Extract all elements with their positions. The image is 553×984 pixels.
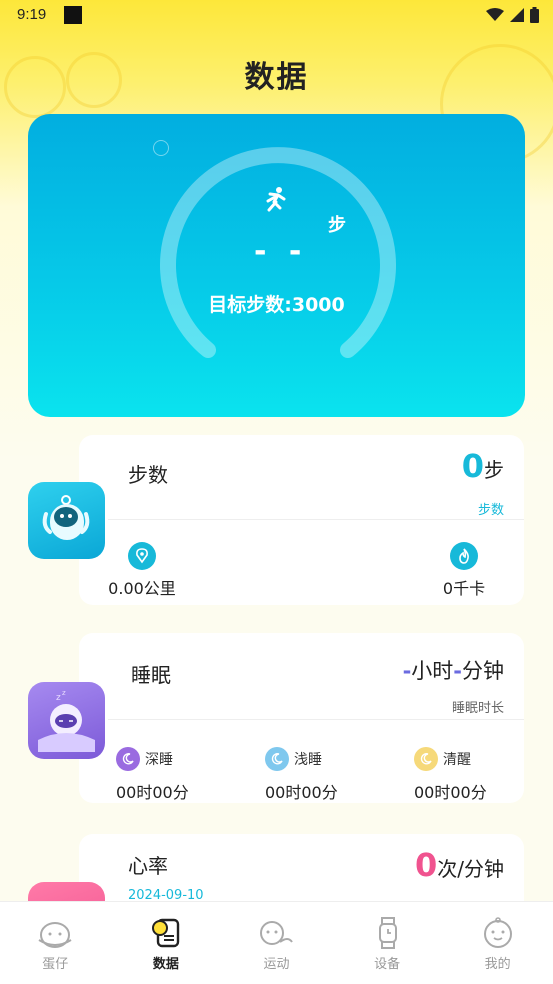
light-sleep-value: 00时00分 bbox=[265, 783, 338, 802]
signal-icon bbox=[510, 8, 524, 22]
steps-title: 步数 bbox=[128, 463, 168, 487]
nav-profile[interactable]: 我的 bbox=[442, 902, 553, 984]
heart-rate-unit: 次/分钟 bbox=[437, 857, 504, 881]
sleep-sub-label: 睡眠时长 bbox=[451, 701, 504, 716]
status-bar: 9:19 bbox=[0, 0, 553, 32]
sleep-hours-unit: 小时 bbox=[411, 659, 454, 683]
exercise-icon bbox=[260, 921, 294, 945]
nav-device-label: 设备 bbox=[374, 957, 401, 972]
steps-unit: 步 bbox=[484, 458, 504, 482]
moon-icon bbox=[116, 747, 140, 771]
light-sleep-label: 浅睡 bbox=[294, 752, 322, 768]
awake-stat: 清醒 00时00分 bbox=[414, 747, 487, 803]
light-sleep-stat: 浅睡 00时00分 bbox=[265, 747, 338, 803]
moon-icon bbox=[414, 747, 438, 771]
step-progress-card[interactable]: 步 - - 目标步数:3000 bbox=[28, 114, 525, 417]
calories-value: 0千卡 bbox=[442, 579, 486, 598]
steps-value: 0 步 bbox=[462, 447, 504, 485]
heart-rate-number: 0 bbox=[414, 846, 438, 884]
sleep-hours-value: - bbox=[402, 659, 412, 683]
profile-face-icon bbox=[483, 917, 512, 948]
distance-stat: 0.00公里 bbox=[99, 542, 185, 599]
nav-egg[interactable]: 蛋仔 bbox=[0, 902, 111, 984]
page-title: 数据 bbox=[244, 60, 309, 95]
notification-icon bbox=[64, 6, 82, 24]
wifi-icon bbox=[486, 8, 504, 21]
sleep-card[interactable]: 睡眠 - 小时 - 分钟 睡眠时长 深睡 00时00分 浅睡 00时00分 清醒… bbox=[79, 633, 524, 803]
step-goal: 目标步数:3000 bbox=[208, 294, 345, 316]
steps-card[interactable]: 步数 0 步 步数 0.00公里 0千卡 bbox=[79, 435, 524, 605]
watch-icon bbox=[379, 917, 398, 949]
divider bbox=[108, 519, 524, 520]
steps-sub-label: 步数 bbox=[477, 503, 504, 518]
bottom-nav: 蛋仔 数据 运动 设备 我的 bbox=[0, 901, 553, 984]
steps-robot-icon bbox=[28, 482, 105, 559]
heart-rate-title: 心率 bbox=[128, 854, 168, 878]
status-time: 9:19 bbox=[17, 6, 47, 23]
awake-label: 清醒 bbox=[443, 752, 471, 768]
nav-device[interactable]: 设备 bbox=[332, 902, 443, 984]
nav-data-label: 数据 bbox=[152, 957, 179, 972]
calories-stat: 0千卡 bbox=[424, 542, 504, 599]
flame-icon bbox=[450, 542, 478, 570]
divider bbox=[108, 719, 524, 720]
data-sheet-icon bbox=[151, 918, 180, 948]
nav-exercise-label: 运动 bbox=[263, 957, 290, 972]
deep-sleep-label: 深睡 bbox=[145, 752, 173, 768]
steps-number: 0 bbox=[461, 447, 484, 485]
nav-data[interactable]: 数据 bbox=[111, 902, 222, 984]
distance-value: 0.00公里 bbox=[108, 579, 176, 598]
sleep-minutes-value: - bbox=[453, 659, 462, 683]
step-unit: 步 bbox=[328, 215, 346, 236]
moon-icon bbox=[265, 747, 289, 771]
egg-face-icon bbox=[38, 922, 72, 948]
svg-text:z: z bbox=[62, 689, 66, 697]
sync-indicator bbox=[153, 140, 169, 156]
sleep-minutes-unit: 分钟 bbox=[462, 659, 504, 683]
deep-sleep-stat: 深睡 00时00分 bbox=[116, 747, 189, 803]
svg-text:z: z bbox=[56, 693, 61, 703]
deep-sleep-value: 00时00分 bbox=[116, 783, 189, 802]
nav-exercise[interactable]: 运动 bbox=[221, 902, 332, 984]
battery-icon bbox=[530, 7, 539, 23]
sleep-duration: - 小时 - 分钟 bbox=[403, 655, 504, 685]
nav-profile-label: 我的 bbox=[484, 957, 511, 972]
sleep-face-icon: z z bbox=[28, 682, 105, 759]
nav-egg-label: 蛋仔 bbox=[42, 957, 69, 972]
runner-icon bbox=[266, 187, 286, 212]
step-value: - - bbox=[254, 234, 308, 269]
location-icon bbox=[128, 542, 156, 570]
heart-rate-value: 0 次/分钟 bbox=[415, 846, 504, 884]
sleep-title: 睡眠 bbox=[131, 663, 171, 687]
awake-value: 00时00分 bbox=[414, 783, 487, 802]
